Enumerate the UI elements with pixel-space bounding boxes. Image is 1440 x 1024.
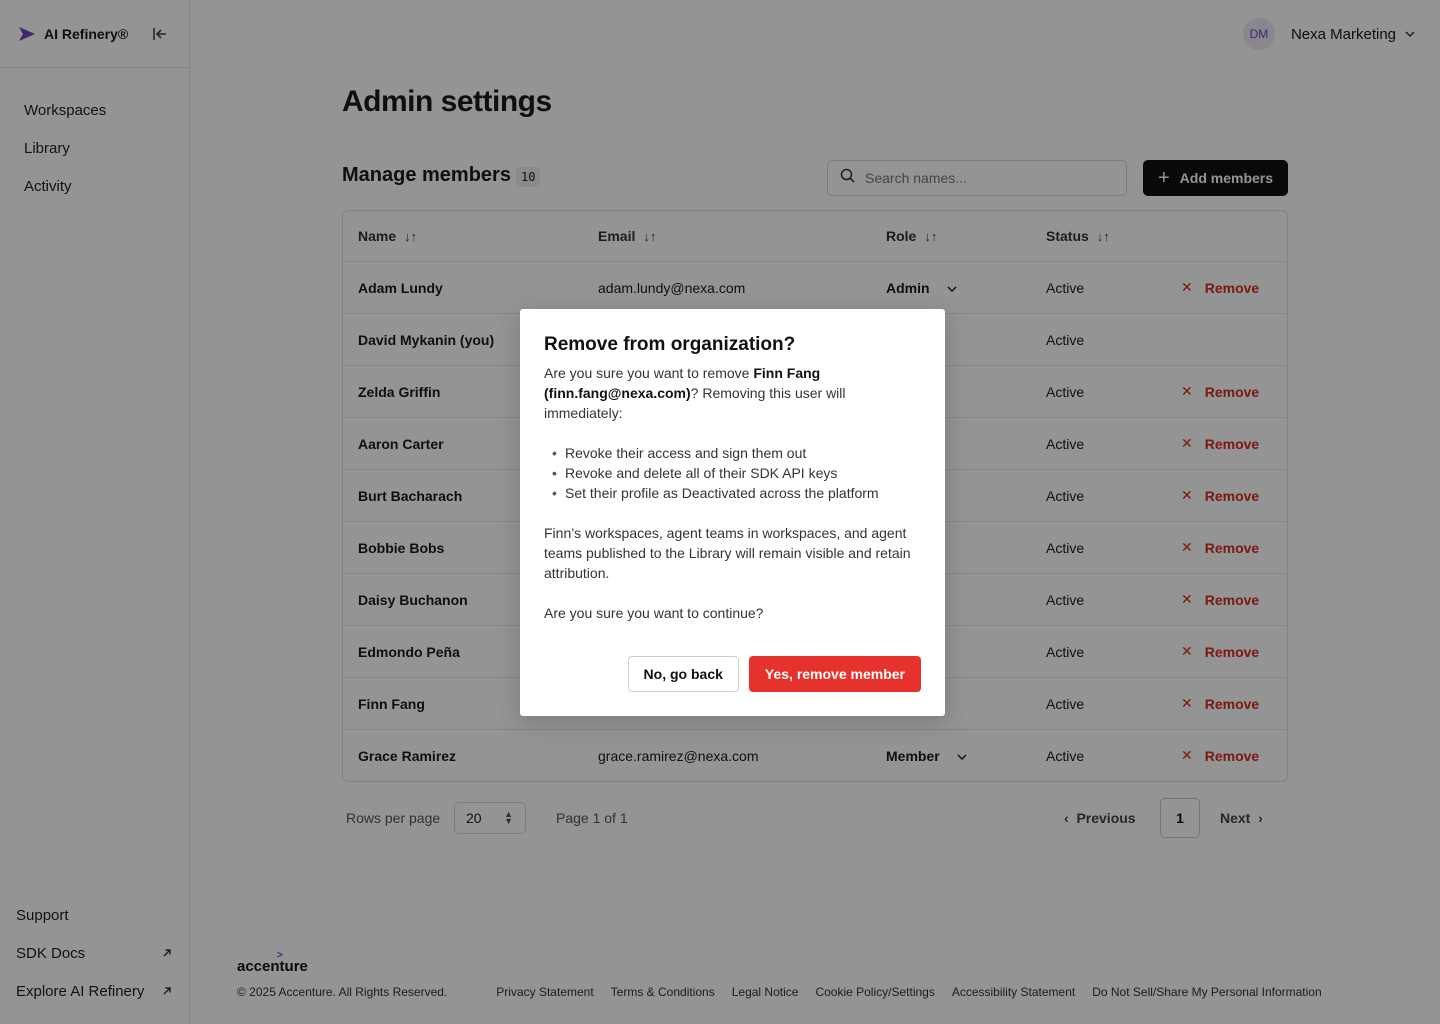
dialog-intro: Are you sure you want to remove Finn Fan…: [544, 365, 846, 421]
consequence-list: Revoke their access and sign them out Re…: [544, 443, 921, 503]
confirm-remove-button[interactable]: Yes, remove member: [748, 656, 921, 692]
list-item: Set their profile as Deactivated across …: [552, 483, 921, 503]
dialog-body: Are you sure you want to remove Finn Fan…: [544, 363, 921, 623]
dialog-note: Finn’s workspaces, agent teams in worksp…: [544, 525, 911, 581]
dialog-confirm-text: Are you sure you want to continue?: [544, 605, 764, 621]
cancel-button[interactable]: No, go back: [627, 656, 739, 692]
dialog-title: Remove from organization?: [544, 334, 796, 355]
remove-member-dialog: Remove from organization? Are you sure y…: [520, 309, 945, 716]
list-item: Revoke and delete all of their SDK API k…: [552, 463, 921, 483]
dialog-actions: No, go back Yes, remove member: [627, 656, 921, 692]
list-item: Revoke their access and sign them out: [552, 443, 921, 463]
